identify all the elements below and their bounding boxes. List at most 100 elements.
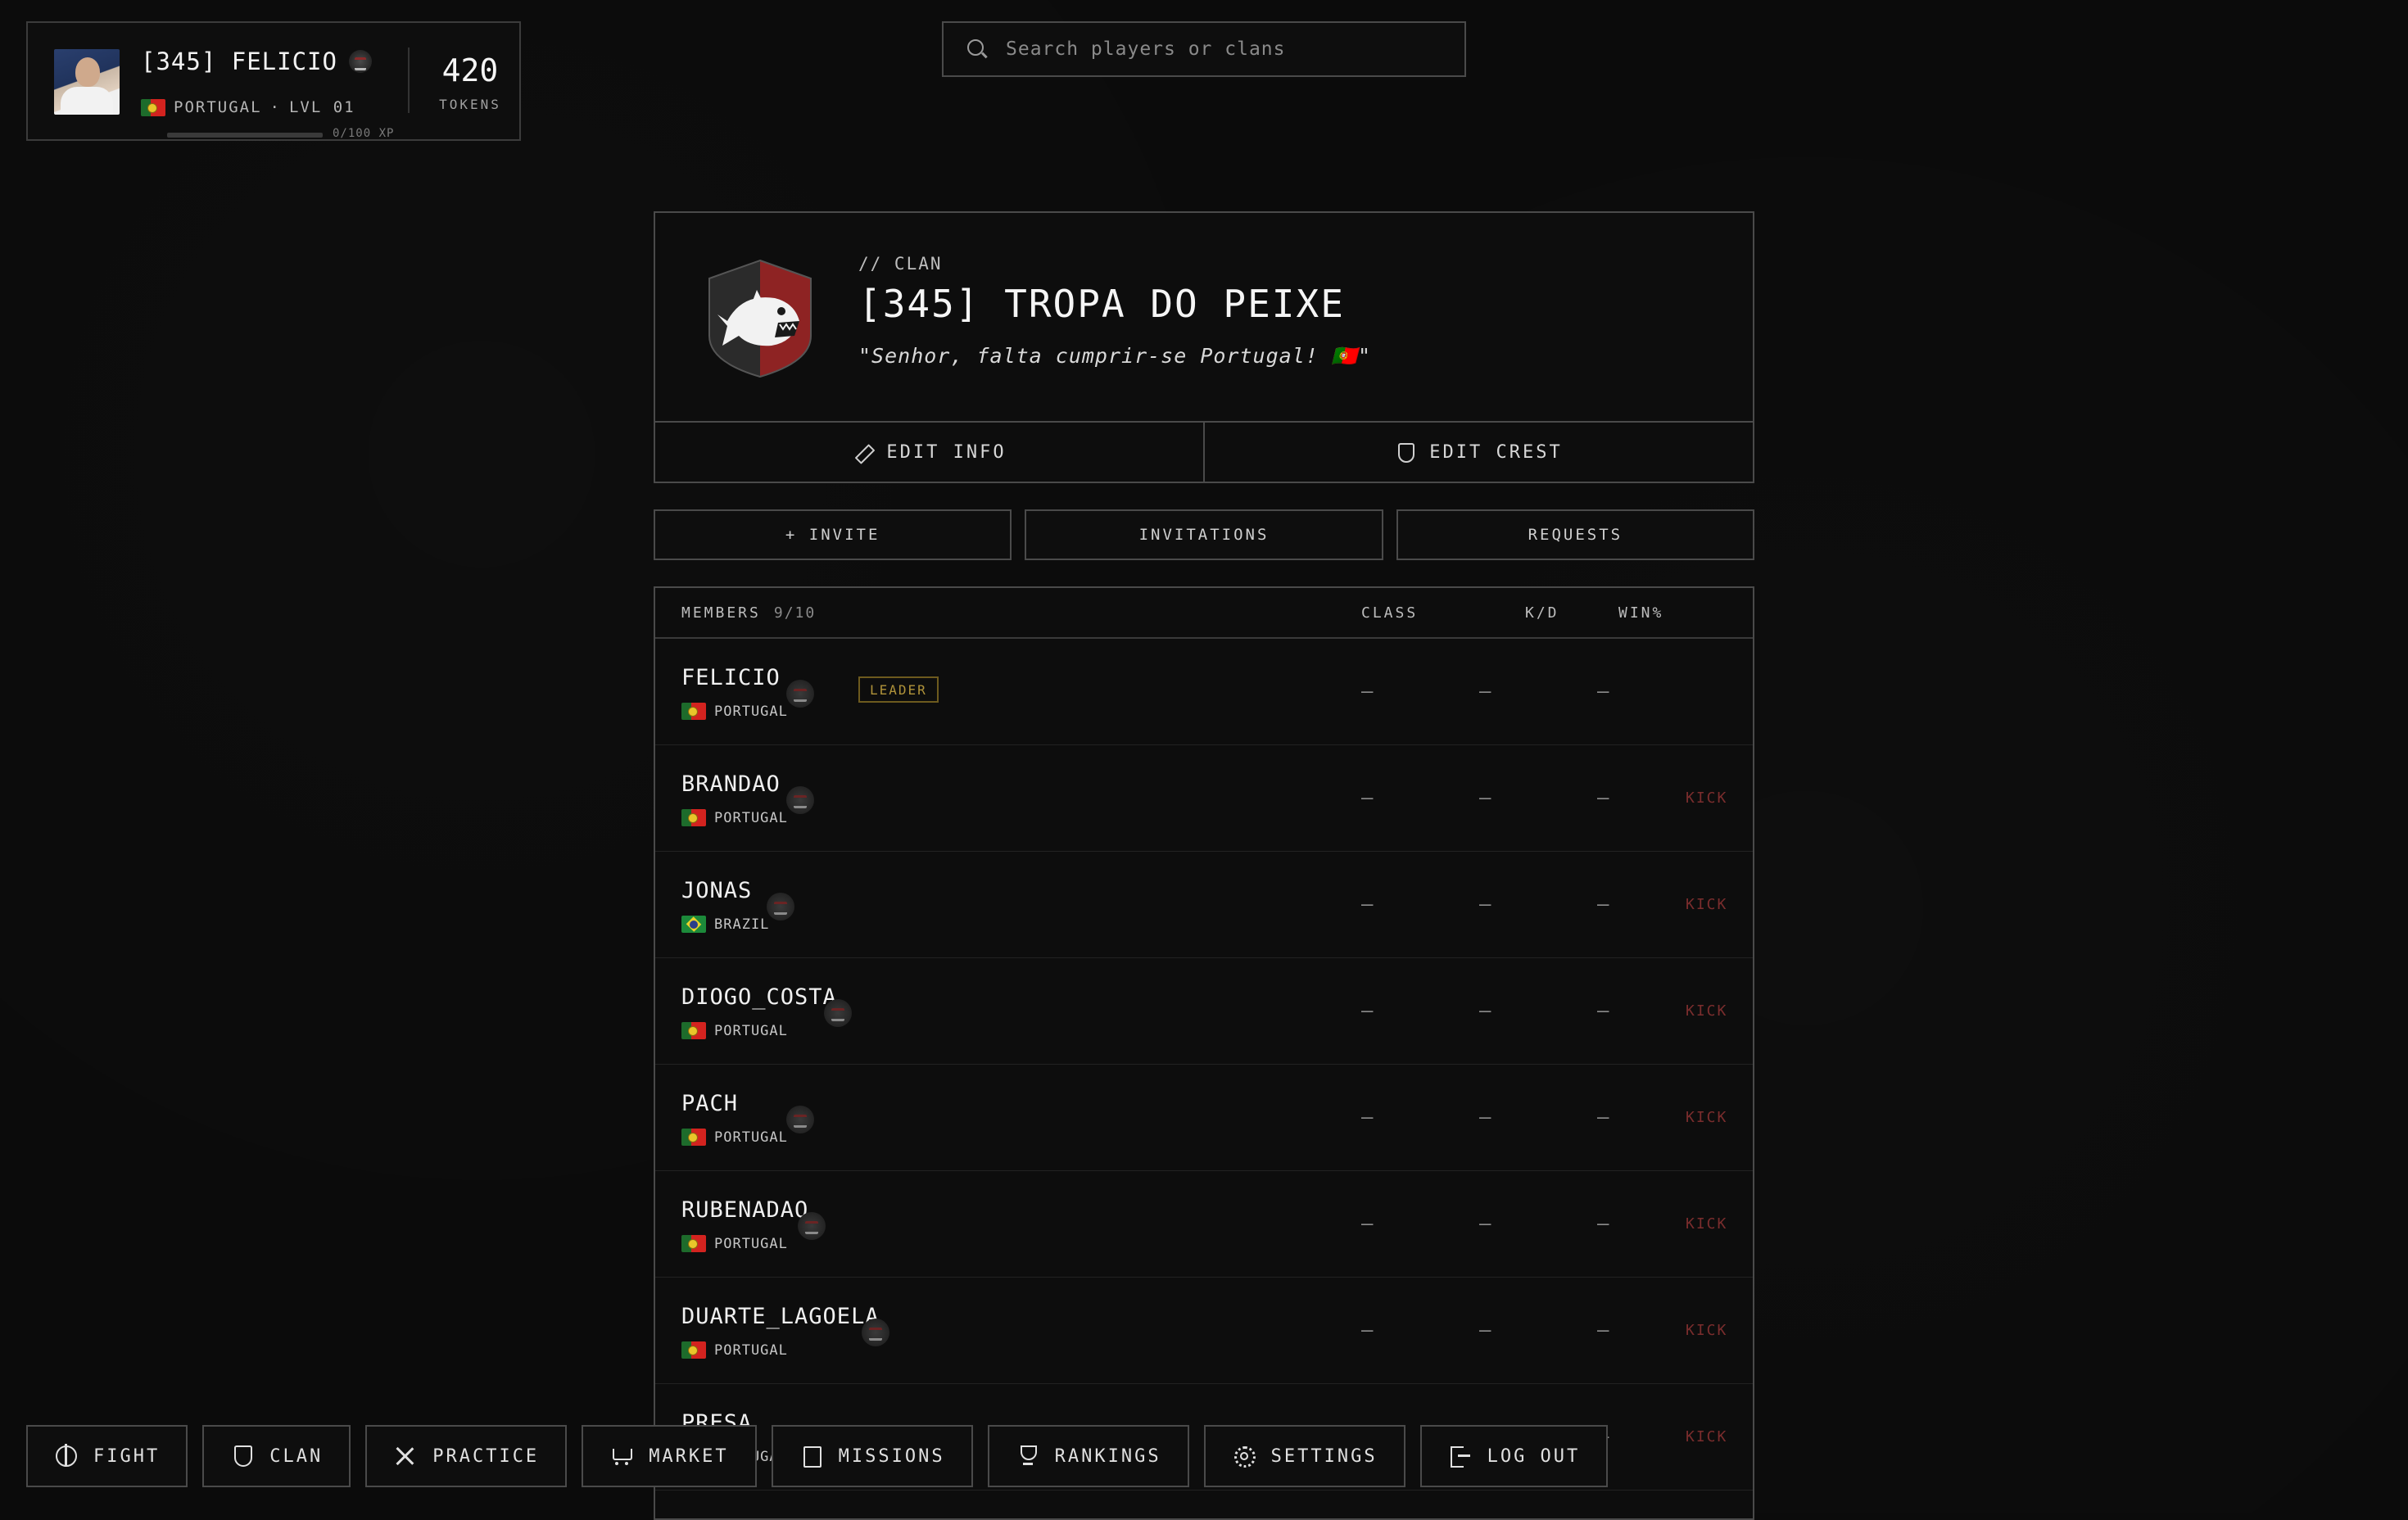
search-icon	[965, 37, 989, 61]
table-row[interactable]: DUARTE_LAGOELA PORTUGAL — — — KICK	[655, 1278, 1753, 1384]
nav-rankings-button[interactable]: RANKINGS	[987, 1425, 1189, 1487]
member-country-label: PORTUGAL	[714, 703, 788, 720]
clan-header: // CLAN [345] TROPA DO PEIXE "Senhor, fa…	[654, 211, 1754, 483]
clan-crest-icon	[348, 50, 372, 73]
kd-value: —	[1479, 680, 1491, 703]
kd-value: —	[1479, 1106, 1491, 1129]
kick-button[interactable]: KICK	[1686, 896, 1727, 913]
nav-market-button[interactable]: MARKET	[582, 1425, 757, 1487]
column-header-kd: K/D	[1525, 604, 1559, 622]
nav-clan-button[interactable]: CLAN	[202, 1425, 351, 1487]
kick-button[interactable]: KICK	[1686, 1215, 1727, 1233]
clan-crest-icon	[824, 999, 852, 1027]
win-value: —	[1597, 1212, 1609, 1235]
table-row[interactable]: PACH PORTUGAL — — — KICK	[655, 1065, 1753, 1171]
tokens-value: 420	[441, 52, 499, 88]
member-name[interactable]: RUBENADAO	[681, 1197, 808, 1223]
member-country-label: PORTUGAL	[714, 1129, 788, 1146]
xp-text: 0/100 XP	[333, 127, 395, 140]
invitations-button[interactable]: INVITATIONS	[1025, 509, 1383, 560]
trophy-icon	[1016, 1444, 1040, 1468]
kd-value: —	[1479, 893, 1491, 916]
search-bar[interactable]	[942, 21, 1466, 77]
clan-name: [345] TROPA DO PEIXE	[858, 282, 1345, 326]
clan-crest-icon	[767, 893, 794, 921]
player-level: LVL 01	[288, 98, 355, 116]
kick-button[interactable]: KICK	[1686, 1002, 1727, 1020]
card-divider	[408, 48, 410, 113]
kick-button[interactable]: KICK	[1686, 789, 1727, 807]
member-country-label: BRAZIL	[714, 916, 770, 933]
search-input[interactable]	[1004, 38, 1464, 61]
column-header-class: CLASS	[1361, 604, 1419, 622]
clan-crest-icon	[786, 1106, 814, 1133]
nav-label: SETTINGS	[1270, 1445, 1378, 1467]
member-country-label: PORTUGAL	[714, 809, 788, 826]
swords-icon	[393, 1444, 418, 1468]
class-value: —	[1361, 680, 1374, 703]
clan-motto: "Senhor, falta cumprir-se Portugal! 🇵🇹"	[858, 344, 1372, 368]
member-name[interactable]: DIOGO_COSTA	[681, 984, 837, 1010]
edit-crest-label: EDIT CREST	[1429, 441, 1563, 463]
nav-settings-button[interactable]: SETTINGS	[1203, 1425, 1405, 1487]
member-name[interactable]: DUARTE_LAGOELA	[681, 1304, 880, 1329]
tokens-label: TOKENS	[439, 97, 501, 112]
member-country: PORTUGAL	[681, 1129, 788, 1146]
nav-log-out-button[interactable]: LOG OUT	[1419, 1425, 1609, 1487]
kick-button[interactable]: KICK	[1686, 1109, 1727, 1126]
win-value: —	[1597, 786, 1609, 809]
class-value: —	[1361, 786, 1374, 809]
member-name[interactable]: BRANDAO	[681, 771, 781, 797]
member-name[interactable]: JONAS	[681, 878, 752, 903]
cart-icon	[609, 1444, 634, 1468]
clan-crest-icon	[786, 786, 814, 814]
class-value: —	[1361, 1106, 1374, 1129]
clan-crest-logo	[708, 259, 812, 378]
shield-icon	[1395, 441, 1416, 463]
player-country: PORTUGAL	[174, 98, 262, 116]
player-card[interactable]: [345] FELICIO PORTUGAL · LVL 01 0/100 XP…	[26, 21, 521, 141]
table-row[interactable]: DIOGO_COSTA PORTUGAL — — — KICK	[655, 958, 1753, 1065]
invite-button[interactable]: + INVITE	[654, 509, 1012, 560]
member-country: PORTUGAL	[681, 809, 788, 826]
portugal-flag-icon	[141, 98, 165, 116]
edit-crest-button[interactable]: EDIT CREST	[1203, 423, 1753, 482]
requests-button[interactable]: REQUESTS	[1396, 509, 1754, 560]
avatar-head	[75, 57, 100, 87]
kd-value: —	[1479, 1212, 1491, 1235]
kick-button[interactable]: KICK	[1686, 1428, 1727, 1445]
leader-badge: LEADER	[858, 676, 939, 703]
portugal-flag-icon	[681, 703, 706, 720]
avatar	[54, 49, 120, 115]
kick-button[interactable]: KICK	[1686, 1322, 1727, 1339]
nav-label: FIGHT	[93, 1445, 161, 1467]
table-row[interactable]: JONAS BRAZIL — — — KICK	[655, 852, 1753, 958]
clan-crest-icon	[798, 1212, 826, 1240]
portugal-flag-icon	[681, 809, 706, 826]
nav-label: LOG OUT	[1487, 1445, 1581, 1467]
table-row[interactable]: FELICIO PORTUGAL LEADER — — —	[655, 639, 1753, 745]
crosshair-icon	[54, 1444, 79, 1468]
win-value: —	[1597, 1106, 1609, 1129]
clan-management-buttons: + INVITE INVITATIONS REQUESTS	[654, 509, 1754, 560]
clan-kicker: // CLAN	[858, 254, 943, 274]
table-row[interactable]: RUBENADAO PORTUGAL — — — KICK	[655, 1171, 1753, 1278]
nav-practice-button[interactable]: PRACTICE	[365, 1425, 568, 1487]
win-value: —	[1597, 680, 1609, 703]
kd-value: —	[1479, 999, 1491, 1022]
nav-fight-button[interactable]: FIGHT	[26, 1425, 188, 1487]
xp-bar	[167, 133, 323, 138]
nav-label: MARKET	[649, 1445, 729, 1467]
nav-missions-button[interactable]: MISSIONS	[771, 1425, 973, 1487]
member-name[interactable]: PACH	[681, 1091, 738, 1116]
avatar-shirt	[61, 87, 113, 115]
kd-value: —	[1479, 1319, 1491, 1341]
members-table: MEMBERS 9/10 CLASS K/D WIN% FELICIO PORTUG…	[654, 586, 1754, 1520]
logout-icon	[1448, 1444, 1473, 1468]
edit-info-label: EDIT INFO	[886, 441, 1007, 463]
edit-info-button[interactable]: EDIT INFO	[655, 423, 1203, 482]
member-name[interactable]: FELICIO	[681, 665, 781, 690]
table-row[interactable]: BRANDAO PORTUGAL — — — KICK	[655, 745, 1753, 852]
member-country: PORTUGAL	[681, 1341, 788, 1359]
win-value: —	[1597, 893, 1609, 916]
